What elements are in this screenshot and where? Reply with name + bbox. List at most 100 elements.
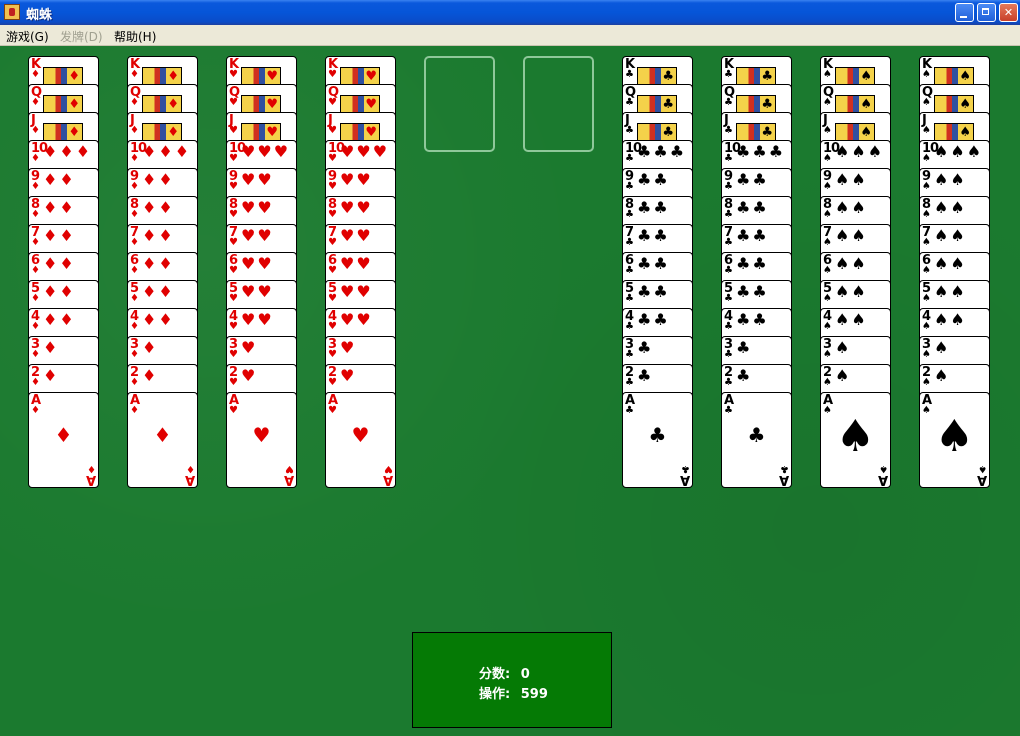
close-button[interactable]: ✕ <box>999 3 1018 22</box>
diamond-icon: ♦♦ <box>43 226 76 245</box>
diamond-icon: ♦ <box>31 125 40 136</box>
spade-icon: ♠ <box>835 338 852 357</box>
spade-icon: ♠ <box>934 411 975 462</box>
heart-icon: ♥ <box>229 321 238 332</box>
club-icon: ♣♣ <box>637 310 670 329</box>
card[interactable]: A ♦ ♦ A ♦ <box>28 392 99 488</box>
club-icon: ♣ <box>625 97 634 108</box>
card[interactable]: A ♠ ♠ A ♠ <box>820 392 891 488</box>
heart-icon: ♥ <box>241 366 258 385</box>
club-icon: ♣ <box>625 377 634 388</box>
diamond-icon: ♦ <box>31 377 40 388</box>
heart-icon: ♥♥♥ <box>340 142 390 161</box>
club-icon: ♣ <box>736 338 753 357</box>
spade-icon: ♠♠ <box>835 170 868 189</box>
heart-icon: ♥ <box>229 349 238 360</box>
menu-game[interactable]: 游戏(G) <box>6 28 49 45</box>
empty-column-slot[interactable] <box>523 56 594 152</box>
diamond-icon: ♦♦ <box>43 282 76 301</box>
minimize-icon <box>960 16 967 18</box>
window-title: 蜘蛛 <box>26 8 53 23</box>
diamond-icon: ♦♦ <box>43 310 76 329</box>
menu-deal[interactable]: 发牌(D) <box>60 28 103 45</box>
spade-icon: ♠ <box>823 265 832 276</box>
heart-icon: ♥ <box>340 366 357 385</box>
moves-label: 操作: <box>479 687 511 702</box>
club-icon: ♣♣ <box>736 282 769 301</box>
card[interactable]: A ♥ ♥ A ♥ <box>325 392 396 488</box>
spade-icon: ♠ <box>922 377 931 388</box>
empty-column-slot[interactable] <box>424 56 495 152</box>
spade-icon: ♠♠ <box>835 282 868 301</box>
club-icon: ♣ <box>681 463 690 474</box>
club-icon: ♣ <box>625 153 634 164</box>
spade-icon: ♠♠♠ <box>934 142 984 161</box>
heart-icon: ♥ <box>229 405 238 416</box>
heart-icon: ♥ <box>252 423 271 447</box>
diamond-icon: ♦ <box>31 237 40 248</box>
diamond-icon: ♦ <box>130 405 139 416</box>
diamond-icon: ♦ <box>130 321 139 332</box>
heart-icon: ♥♥ <box>340 310 373 329</box>
spade-icon: ♠♠ <box>835 254 868 273</box>
spade-icon: ♠ <box>922 125 931 136</box>
card[interactable]: A ♠ ♠ A ♠ <box>919 392 990 488</box>
diamond-icon: ♦ <box>130 181 139 192</box>
club-icon: ♣ <box>724 209 733 220</box>
minimize-button[interactable] <box>955 3 974 22</box>
spade-icon: ♠ <box>823 377 832 388</box>
spade-icon: ♠♠ <box>934 254 967 273</box>
diamond-icon: ♦♦ <box>142 198 175 217</box>
heart-icon: ♥ <box>229 153 238 164</box>
club-icon: ♣ <box>625 125 634 136</box>
card-rank-bottom: A <box>976 472 987 487</box>
spade-icon: ♠ <box>823 237 832 248</box>
diamond-icon: ♦ <box>31 265 40 276</box>
card[interactable]: A ♣ ♣ A ♣ <box>721 392 792 488</box>
diamond-icon: ♦ <box>130 237 139 248</box>
diamond-icon: ♦ <box>130 293 139 304</box>
diamond-icon: ♦♦ <box>43 254 76 273</box>
club-icon: ♣ <box>625 69 634 80</box>
diamond-icon: ♦ <box>186 463 195 474</box>
club-icon: ♣♣♣ <box>736 142 786 161</box>
restore-button[interactable] <box>977 3 996 22</box>
diamond-icon: ♦♦ <box>43 198 76 217</box>
spade-icon: ♠ <box>823 97 832 108</box>
club-icon: ♣ <box>724 181 733 192</box>
heart-icon: ♥ <box>328 69 337 80</box>
card[interactable]: A ♦ ♦ A ♦ <box>127 392 198 488</box>
card[interactable]: A ♣ ♣ A ♣ <box>622 392 693 488</box>
menu-help[interactable]: 帮助(H) <box>114 28 156 45</box>
game-table: 分数: 0 操作: 599 K♦Q♦J♦10♦♦♦♦9♦♦♦8♦♦♦7♦♦♦6♦… <box>0 46 1020 736</box>
diamond-icon: ♦ <box>31 209 40 220</box>
heart-icon: ♥ <box>229 181 238 192</box>
spade-icon: ♠♠♠ <box>835 142 885 161</box>
diamond-icon: ♦ <box>54 423 73 447</box>
spade-icon: ♠♠ <box>934 310 967 329</box>
card-rank-bottom: A <box>679 472 690 487</box>
card[interactable]: A ♥ ♥ A ♥ <box>226 392 297 488</box>
diamond-icon: ♦ <box>43 338 60 357</box>
spade-icon: ♠ <box>823 209 832 220</box>
spade-icon: ♠♠ <box>835 226 868 245</box>
score-panel: 分数: 0 操作: 599 <box>412 632 612 728</box>
club-icon: ♣ <box>724 97 733 108</box>
club-icon: ♣ <box>724 377 733 388</box>
spade-icon: ♠♠ <box>934 282 967 301</box>
club-icon: ♣ <box>724 405 733 416</box>
heart-icon: ♥ <box>229 97 238 108</box>
heart-icon: ♥♥ <box>340 198 373 217</box>
diamond-icon: ♦ <box>31 293 40 304</box>
spade-icon: ♠ <box>835 366 852 385</box>
heart-icon: ♥♥ <box>340 170 373 189</box>
diamond-icon: ♦ <box>31 69 40 80</box>
club-icon: ♣ <box>625 237 634 248</box>
heart-icon: ♥♥ <box>241 198 274 217</box>
heart-icon: ♥ <box>229 293 238 304</box>
club-icon: ♣ <box>724 153 733 164</box>
spade-icon: ♠ <box>922 349 931 360</box>
heart-icon: ♥ <box>328 265 337 276</box>
diamond-icon: ♦ <box>153 423 172 447</box>
heart-icon: ♥ <box>328 377 337 388</box>
